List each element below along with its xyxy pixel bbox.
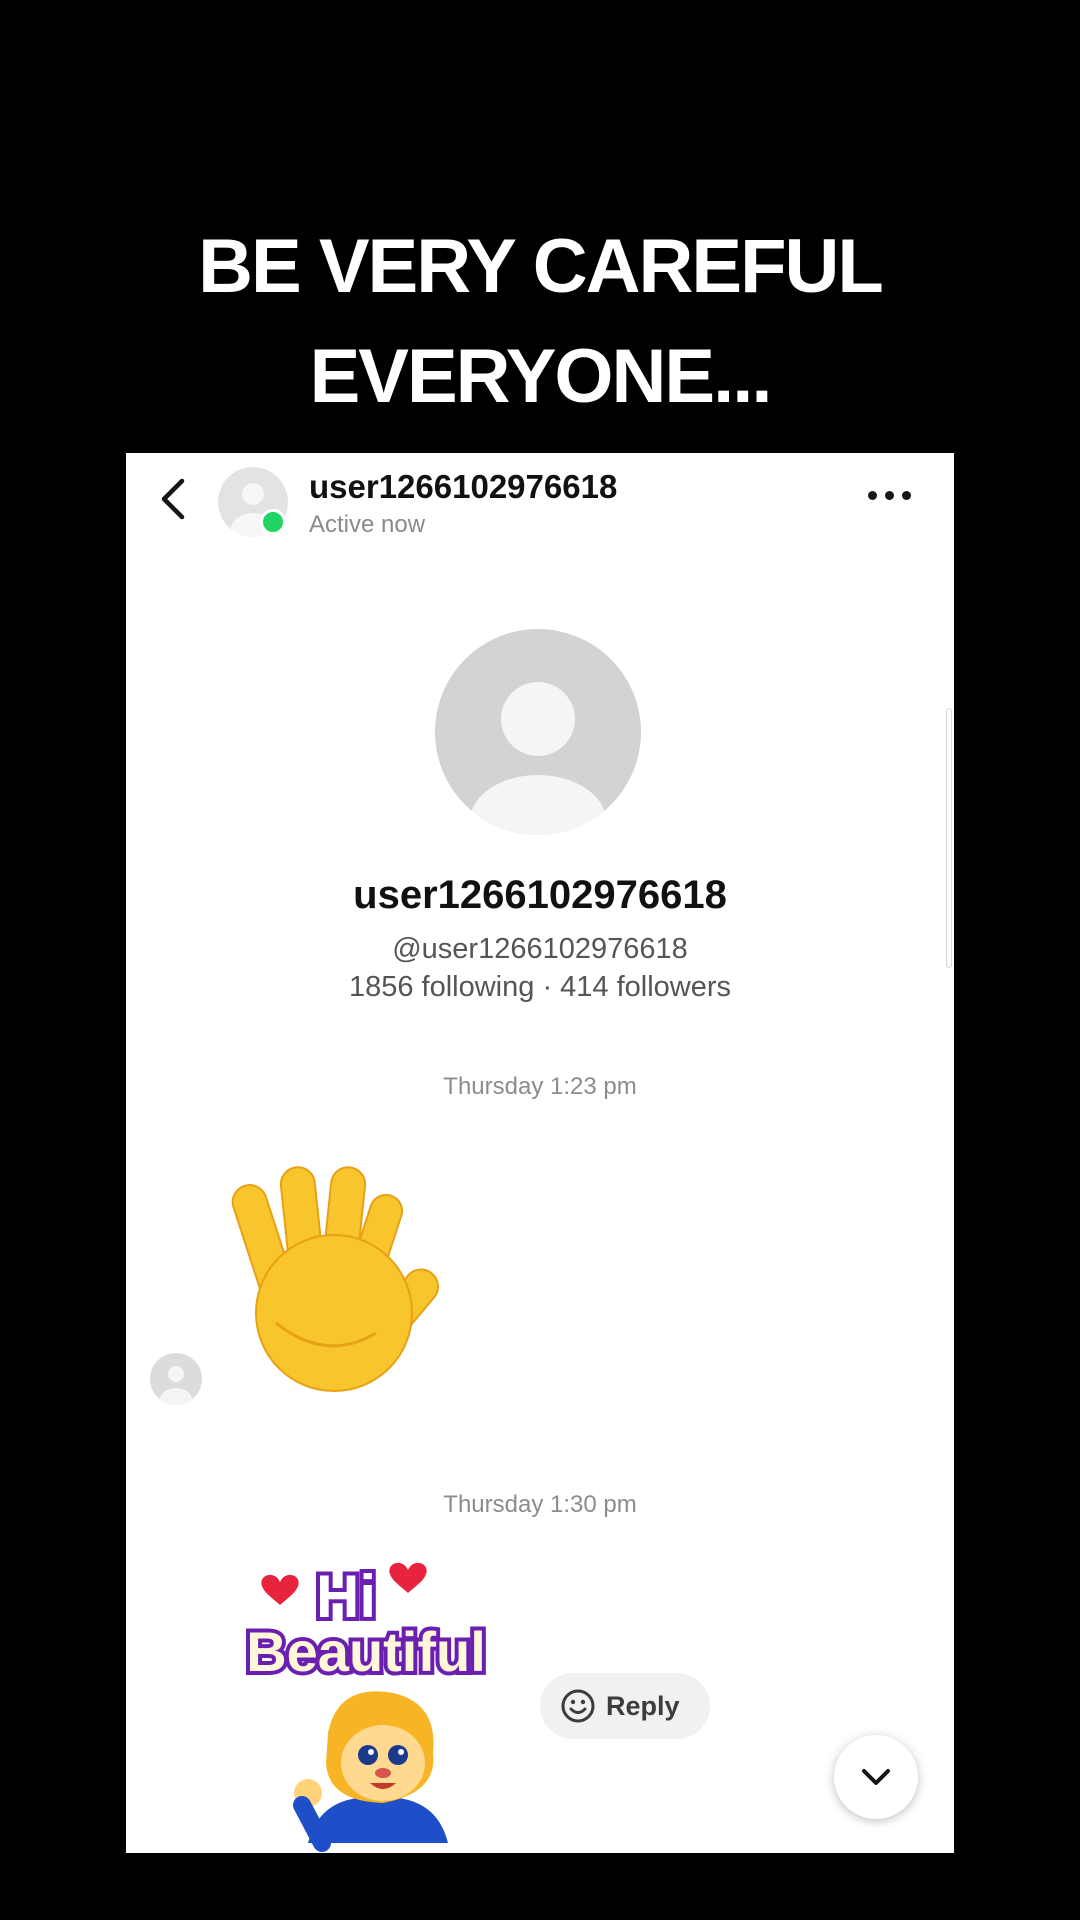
scrollbar[interactable] (946, 708, 952, 968)
message-timestamp: Thursday 1:23 pm (443, 1073, 637, 1100)
default-avatar-icon (160, 1366, 192, 1405)
online-status-dot (260, 509, 286, 535)
message-timestamp: Thursday 1:30 pm (443, 1491, 637, 1518)
chevron-down-icon (862, 1769, 890, 1785)
reply-button[interactable]: Reply (540, 1673, 710, 1739)
smiley-icon (561, 1689, 595, 1723)
chat-screen: user1266102976618 Active now user1266102… (126, 453, 954, 1853)
caption-line-1: BE VERY CAREFUL (198, 224, 884, 309)
heart-icon (258, 1571, 302, 1610)
chat-header: user1266102976618 Active now (126, 453, 954, 553)
profile-display-name: user1266102976618 (353, 873, 727, 917)
more-horizontal-icon[interactable] (866, 483, 914, 507)
hi-beautiful-sticker[interactable]: Hi Beautiful (218, 1553, 528, 1853)
header-username[interactable]: user1266102976618 (309, 468, 617, 506)
sender-avatar[interactable] (150, 1353, 202, 1405)
waving-hand-emoji[interactable] (206, 1153, 476, 1403)
profile-avatar[interactable] (435, 629, 641, 835)
chevron-left-icon[interactable] (154, 475, 194, 523)
default-avatar-icon (470, 682, 606, 835)
heart-icon (386, 1559, 430, 1598)
lion-character (293, 1691, 448, 1852)
scroll-down-button[interactable] (834, 1735, 918, 1819)
reply-label: Reply (606, 1690, 680, 1721)
sticker-text-beautiful: Beautiful (246, 1620, 486, 1683)
caption-line-2: EVERYONE... (309, 334, 773, 419)
profile-stats: 1856 following · 414 followers (348, 971, 732, 1003)
header-status: Active now (309, 511, 426, 538)
profile-handle: @user1266102976618 (392, 933, 688, 965)
